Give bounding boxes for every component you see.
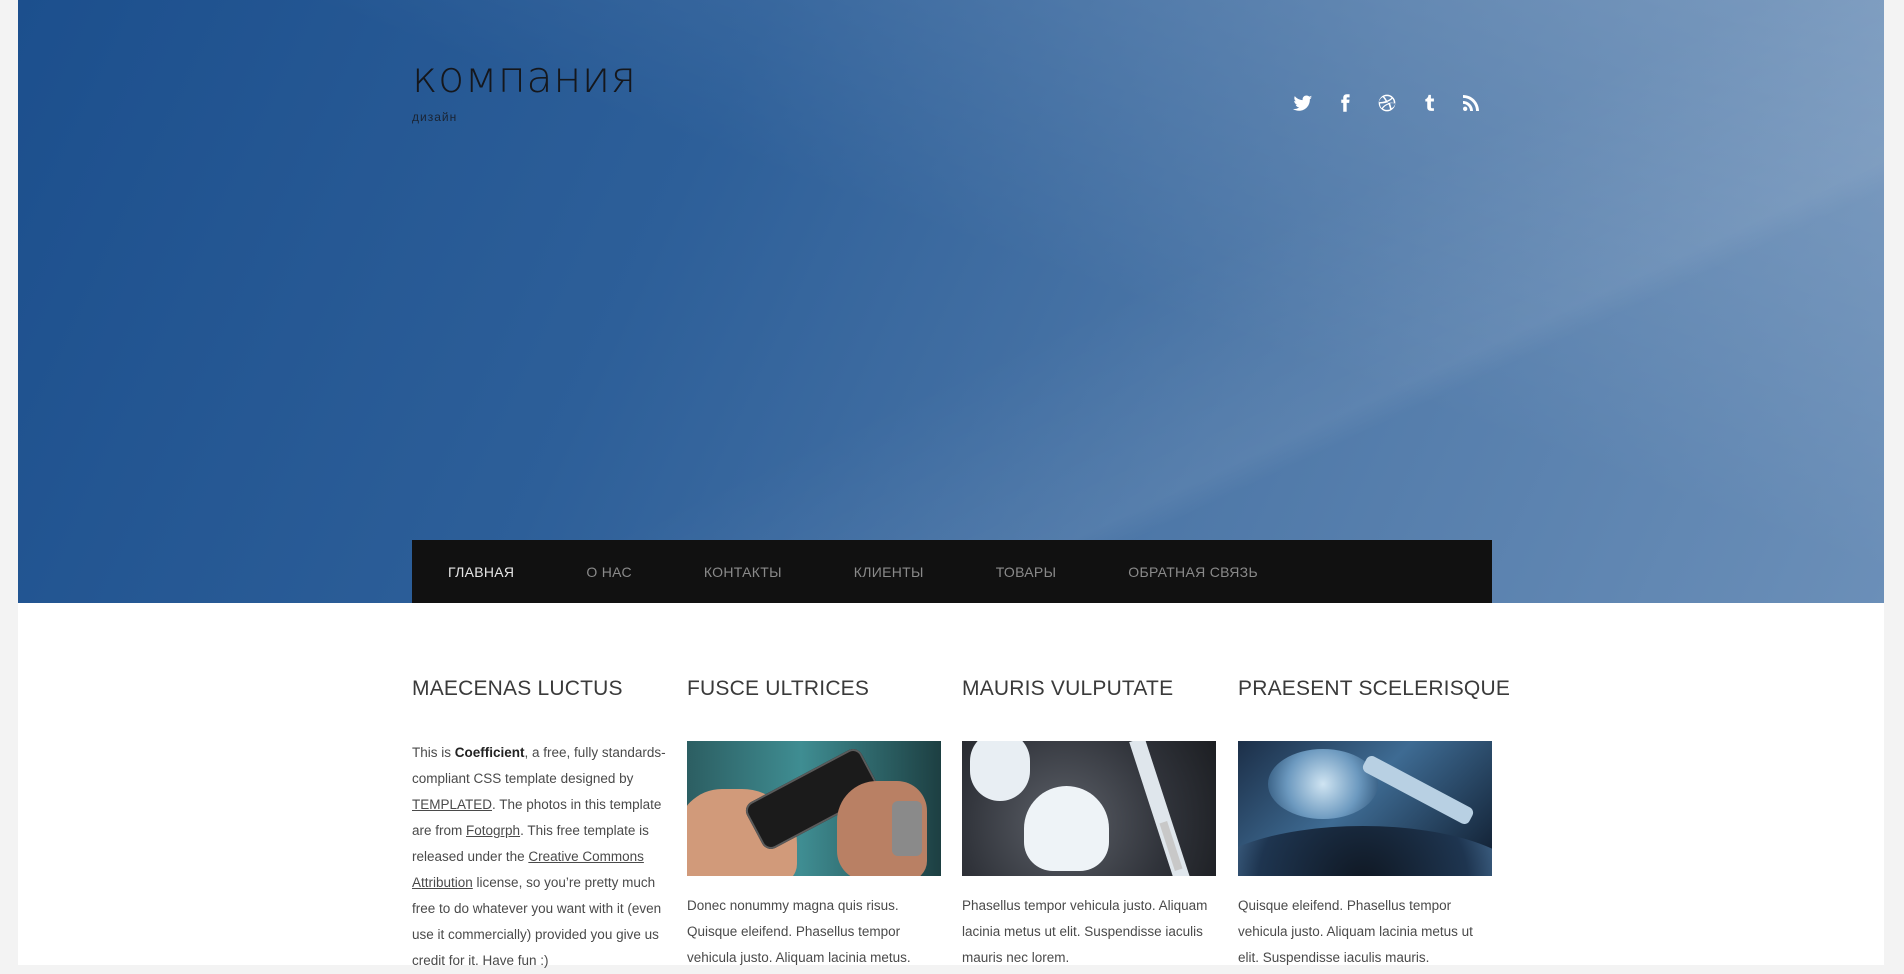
earphones-image[interactable] xyxy=(962,741,1216,876)
column-feature-2: MAURIS VULPUTATE Phasellus tempor vehicu… xyxy=(962,672,1216,971)
nav-item-products[interactable]: ТОВАРЫ xyxy=(960,564,1093,580)
column-title: PRAESENT SCELERISQUE xyxy=(1238,677,1511,700)
main-nav: ГЛАВНАЯ О НАС КОНТАКТЫ КЛИЕНТЫ ТОВАРЫ ОБ… xyxy=(412,540,1492,603)
intro-text: This is Coefficient, a free, fully stand… xyxy=(412,740,666,974)
column-title: FUSCE ULTRICES xyxy=(687,677,870,700)
nav-item-about[interactable]: О НАС xyxy=(550,564,668,580)
nav-item-feedback[interactable]: ОБРАТНАЯ СВЯЗЬ xyxy=(1092,564,1294,580)
social-links xyxy=(1292,92,1482,114)
nav-item-contacts[interactable]: КОНТАКТЫ xyxy=(668,564,818,580)
column-title: MAURIS VULPUTATE xyxy=(962,677,1174,700)
nav-item-home[interactable]: ГЛАВНАЯ xyxy=(412,564,550,580)
brand-name: Coefficient xyxy=(454,745,525,760)
phone-hands-image[interactable] xyxy=(687,741,941,876)
rss-icon[interactable] xyxy=(1460,92,1482,114)
page: компания дизайн ГЛАВНАЯ О НАС КОНТАКТЫ К… xyxy=(18,0,1884,968)
column-intro: MAECENAS LUCTUS This is Coefficient, a f… xyxy=(412,672,666,974)
column-text: Donec nonummy magna quis risus. Quisque … xyxy=(687,898,911,965)
templated-link[interactable]: TEMPLATED xyxy=(412,797,492,812)
dribbble-icon[interactable] xyxy=(1376,92,1398,114)
facebook-icon[interactable] xyxy=(1334,92,1356,114)
hard-drive-image[interactable] xyxy=(1238,741,1492,876)
fotogrph-link[interactable]: Fotogrph xyxy=(466,823,520,838)
column-title: MAECENAS LUCTUS xyxy=(412,677,623,700)
intro-text-part: This is xyxy=(412,745,455,760)
column-feature-1: FUSCE ULTRICES Donec nonummy magna quis … xyxy=(687,672,941,971)
twitter-icon[interactable] xyxy=(1292,92,1314,114)
column-feature-3: PRAESENT SCELERISQUE Quisque eleifend. P… xyxy=(1238,672,1511,971)
nav-item-clients[interactable]: КЛИЕНТЫ xyxy=(818,564,960,580)
tumblr-icon[interactable] xyxy=(1418,92,1440,114)
column-text: Quisque eleifend. Phasellus tempor vehic… xyxy=(1238,898,1473,965)
column-text: Phasellus tempor vehicula justo. Aliquam… xyxy=(962,898,1208,965)
